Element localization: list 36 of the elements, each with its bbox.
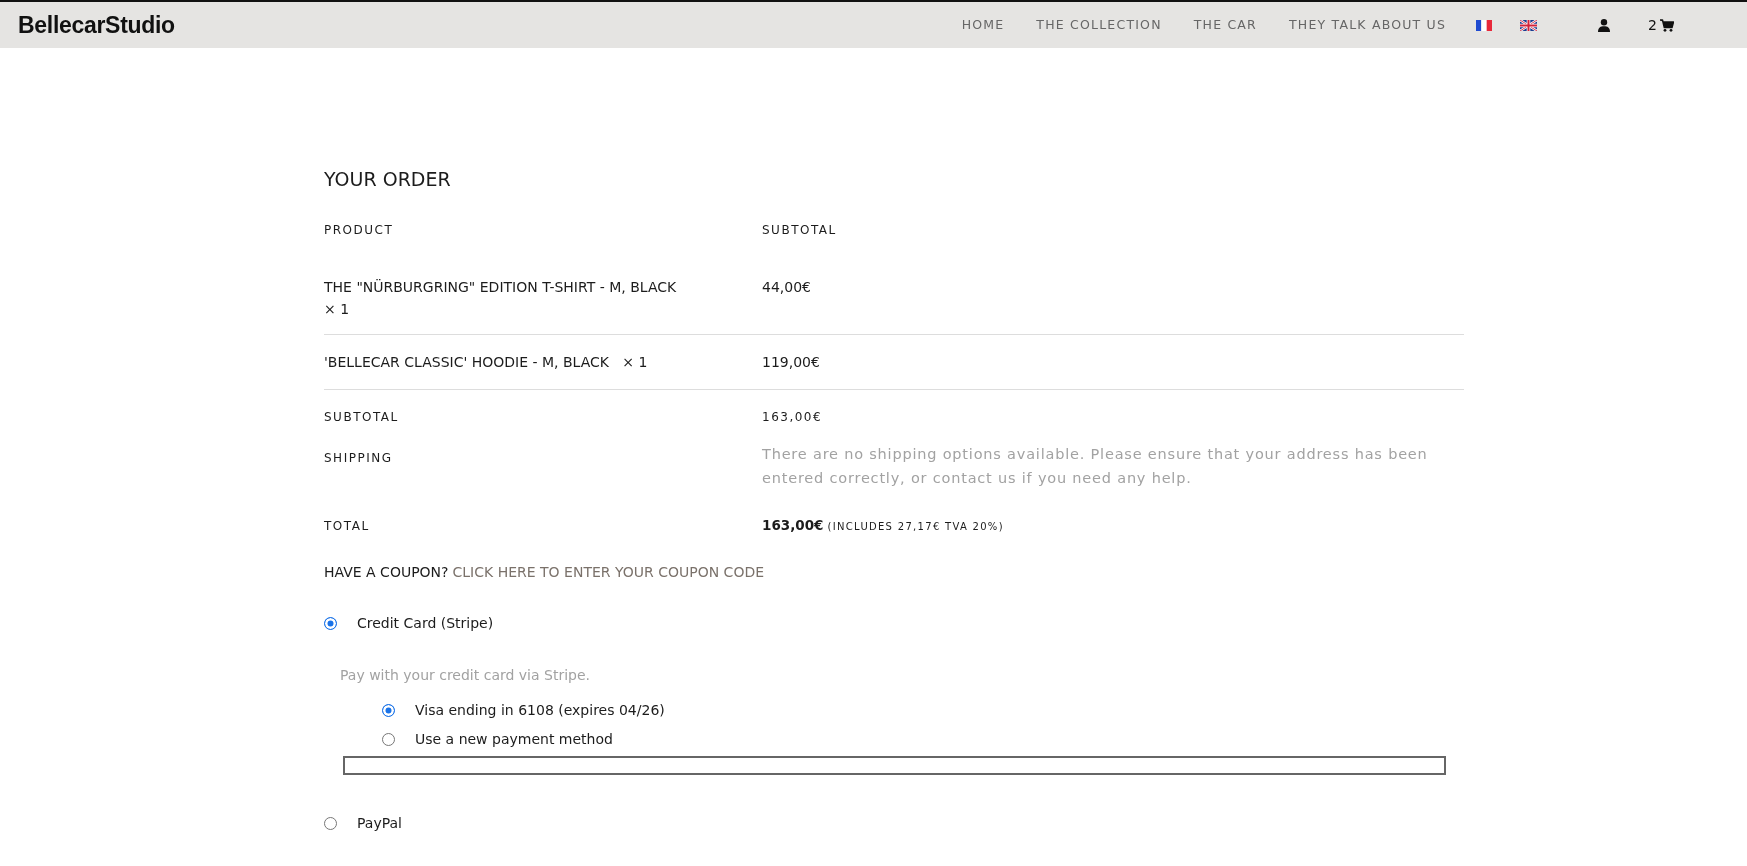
product-name: THE "NÜRBURGRING" EDITION T-SHIRT - M, BLACK × 1	[324, 277, 678, 319]
total-label: TOTAL	[324, 518, 370, 533]
radio-button[interactable]	[324, 816, 337, 830]
coupon-prompt: HAVE A COUPON?	[324, 562, 449, 582]
cart-icon	[1660, 18, 1674, 32]
french-flag-icon[interactable]	[1476, 19, 1493, 31]
column-header: PRODUCT	[324, 222, 394, 237]
subtotal-value: 163,00€	[762, 409, 823, 424]
order-title: YOUR ORDER	[324, 168, 452, 191]
tax-note: (INCLUDES 27,17€ TVA 20%)	[827, 520, 1004, 532]
nav-link[interactable]: THE COLLECTION	[1036, 15, 1162, 35]
shipping-message: There are no shipping options available. Please ensure that your address has been entered correctly, or contact us if you need any help.	[762, 444, 1429, 488]
site-logo[interactable]: BellecarStudio	[18, 7, 175, 43]
card-input-field[interactable]	[343, 755, 1446, 775]
radio-button[interactable]	[324, 616, 337, 630]
payment-description: Pay with your credit card via Stripe.	[340, 666, 590, 683]
product-name: 'BELLECAR CLASSIC' HOODIE - M, BLACK × 1	[324, 352, 649, 372]
subtotal-label: SUBTOTAL	[324, 409, 399, 424]
radio-button[interactable]	[382, 732, 395, 746]
total-value: 163,00€	[762, 516, 824, 533]
coupon-link[interactable]: CLICK HERE TO ENTER YOUR COUPON CODE	[452, 561, 765, 583]
payment-method-label[interactable]: Credit Card (Stripe)	[357, 612, 494, 634]
payment-option-label[interactable]: Use a new payment method	[415, 728, 613, 750]
radio-button[interactable]	[382, 703, 395, 717]
column-header: SUBTOTAL	[762, 222, 837, 237]
nav-link[interactable]: HOME	[961, 15, 1005, 35]
payment-option-label[interactable]: Visa ending in 6108 (expires 04/26)	[415, 699, 665, 721]
user-icon[interactable]	[1598, 18, 1611, 32]
nav-link[interactable]: THEY TALK ABOUT US	[1289, 15, 1447, 35]
shipping-label: SHIPPING	[324, 450, 393, 465]
cart-button[interactable]: 2	[1648, 14, 1674, 36]
british-flag-icon[interactable]	[1520, 19, 1538, 31]
payment-method-label[interactable]: PayPal	[357, 812, 402, 834]
product-subtotal: 44,00€	[762, 278, 811, 295]
nav-link[interactable]: THE CAR	[1193, 15, 1257, 35]
product-subtotal: 119,00€	[762, 353, 820, 370]
